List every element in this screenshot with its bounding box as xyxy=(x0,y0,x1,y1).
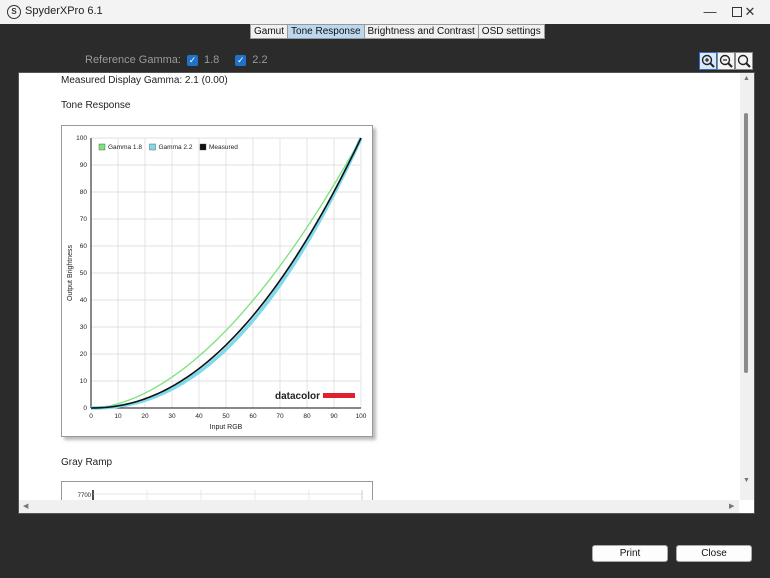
gray-ramp-chart: 7700 xyxy=(61,481,373,500)
print-button[interactable]: Print xyxy=(592,545,668,562)
x-tick-label: 40 xyxy=(195,413,203,420)
x-tick-label: 30 xyxy=(168,413,176,420)
y-axis-label: Output Brightness xyxy=(67,244,74,301)
app-logo-icon: S xyxy=(7,5,21,19)
report-panel[interactable]: Measured Display Gamma: 2.1 (0.00) Tone … xyxy=(18,72,755,514)
vertical-scroll-thumb[interactable] xyxy=(744,113,748,373)
x-tick-label: 80 xyxy=(303,413,311,420)
scroll-left-icon[interactable]: ◀ xyxy=(23,502,28,510)
gray-ramp-tick-label: 7700 xyxy=(78,493,92,499)
gamma-18-value: 1.8 xyxy=(203,54,220,66)
zoom-fit-icon xyxy=(737,54,751,68)
legend-swatch xyxy=(149,143,156,151)
report-content: Measured Display Gamma: 2.1 (0.00) Tone … xyxy=(19,73,739,500)
gamma-22-checkbox[interactable]: ✓ xyxy=(235,54,247,66)
x-tick-label: 0 xyxy=(89,413,93,420)
zoom-out-button[interactable] xyxy=(717,52,735,70)
tab-osd-settings[interactable]: OSD settings xyxy=(477,24,545,39)
zoom-in-button[interactable] xyxy=(699,52,717,70)
gray-ramp-title: Gray Ramp xyxy=(61,457,113,468)
y-tick-label: 50 xyxy=(80,270,88,277)
tab-bar: Gamut Tone Response Brightness and Contr… xyxy=(250,24,545,39)
vertical-scrollbar[interactable]: ▲ ▼ xyxy=(740,73,754,500)
y-tick-label: 100 xyxy=(76,135,87,142)
zoom-in-icon xyxy=(701,54,715,68)
legend-swatch xyxy=(98,143,106,151)
y-tick-label: 10 xyxy=(80,378,88,385)
y-tick-label: 20 xyxy=(80,351,88,358)
gamma-18-checkbox[interactable]: ✓ xyxy=(186,54,198,66)
reference-gamma-row: Reference Gamma: ✓ 1.8 ✓ 2.2 xyxy=(85,54,268,66)
x-tick-label: 60 xyxy=(249,413,257,420)
zoom-fit-button[interactable] xyxy=(735,52,753,70)
x-axis-label: Input RGB xyxy=(210,424,243,431)
legend-entry: Gamma 2.2 xyxy=(159,144,193,151)
tab-brightness-contrast[interactable]: Brightness and Contrast xyxy=(363,24,479,39)
window-title: SpyderXPro 6.1 xyxy=(25,5,103,17)
x-tick-label: 90 xyxy=(330,413,338,420)
scroll-right-icon[interactable]: ▶ xyxy=(729,502,734,510)
tab-tone-response[interactable]: Tone Response xyxy=(287,24,365,39)
reference-gamma-label: Reference Gamma: xyxy=(85,54,181,66)
y-tick-label: 0 xyxy=(83,405,87,412)
tab-gamut[interactable]: Gamut xyxy=(250,24,289,39)
legend-swatch xyxy=(199,143,207,151)
brand-logo-bar xyxy=(323,393,355,398)
gamma-22-value: 2.2 xyxy=(252,54,268,66)
x-tick-label: 100 xyxy=(356,413,367,420)
zoom-out-icon xyxy=(719,54,733,68)
y-tick-label: 40 xyxy=(80,297,88,304)
x-tick-label: 20 xyxy=(141,413,149,420)
tone-response-svg: 0 10 20 30 40 50 60 70 80 90 100 0 10 20 30 40 50 60 70 80 9… xyxy=(67,135,367,431)
tone-response-chart: 0 10 20 30 40 50 60 70 80 90 100 0 10 20 30 40 50 60 70 80 9… xyxy=(61,125,373,437)
horizontal-scrollbar[interactable]: ◀ ▶ xyxy=(19,500,739,513)
legend-entry: Gamma 1.8 xyxy=(108,144,142,151)
y-tick-label: 70 xyxy=(80,216,88,223)
y-tick-label: 60 xyxy=(80,243,88,250)
measured-gamma-text: Measured Display Gamma: 2.1 (0.00) xyxy=(61,75,228,86)
scroll-up-icon[interactable]: ▲ xyxy=(743,75,750,82)
brand-logo-text: datacolor xyxy=(275,391,320,402)
y-tick-label: 30 xyxy=(80,324,88,331)
tone-response-title: Tone Response xyxy=(61,100,131,111)
x-tick-label: 70 xyxy=(276,413,284,420)
gray-ramp-svg: 7700 xyxy=(78,490,363,500)
x-tick-label: 50 xyxy=(222,413,230,420)
y-tick-label: 90 xyxy=(80,162,88,169)
title-bar: S SpyderXPro 6.1 — ✕ xyxy=(0,0,770,24)
legend-entry: Measured xyxy=(209,144,238,151)
close-button[interactable]: Close xyxy=(676,545,752,562)
x-tick-label: 10 xyxy=(114,413,122,420)
close-window-icon[interactable]: ✕ xyxy=(730,0,770,24)
y-tick-label: 80 xyxy=(80,189,88,196)
scroll-down-icon[interactable]: ▼ xyxy=(743,477,750,484)
